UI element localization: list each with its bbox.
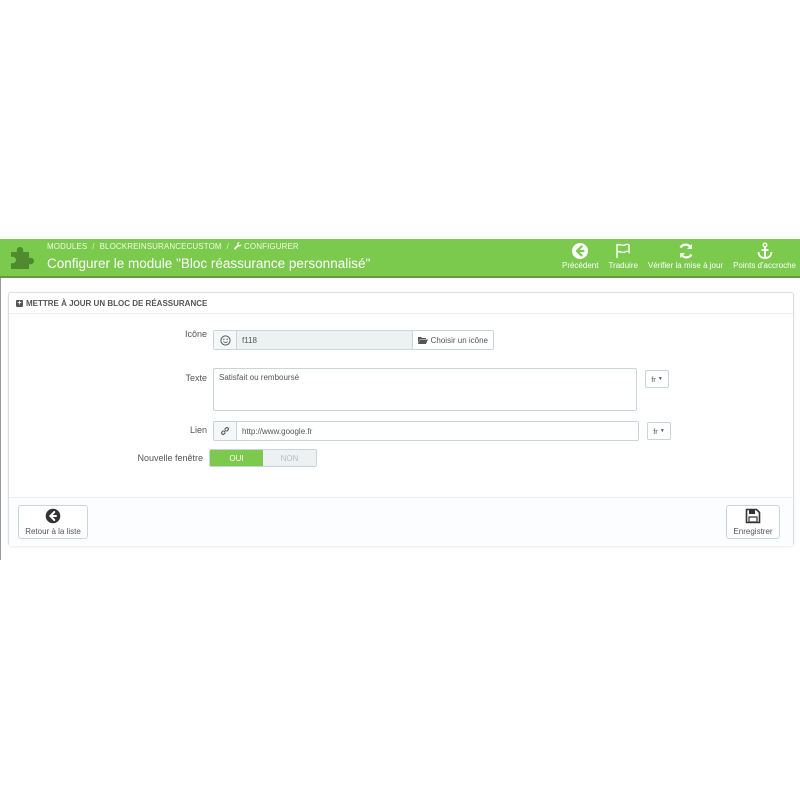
- breadcrumb-module-name[interactable]: BLOCKREINSURANCECUSTOM: [100, 242, 222, 251]
- text-field-label: Texte: [185, 373, 207, 383]
- icon-input-group: f118 Choisir un icône: [213, 330, 494, 350]
- icon-field-label: Icône: [184, 329, 207, 339]
- panel-footer: Retour à la liste Enregistrer: [9, 497, 793, 546]
- check-update-label: Vérifier la mise à jour: [647, 261, 724, 270]
- hooks-button[interactable]: Points d'accroche: [733, 241, 796, 275]
- text-language-value: fr: [651, 374, 656, 384]
- floppy-disk-icon: [745, 508, 761, 524]
- arrow-circle-left-icon: [45, 508, 61, 524]
- folder-open-icon: [417, 337, 428, 344]
- page-header: MODULES / BLOCKREINSURANCECUSTOM / CONFIGURE…: [0, 239, 800, 278]
- panel-divider: [9, 313, 793, 314]
- anchor-icon: [757, 242, 772, 259]
- save-button[interactable]: Enregistrer: [726, 505, 780, 539]
- translate-button[interactable]: Traduire: [608, 241, 638, 275]
- new-window-no-option[interactable]: NON: [263, 450, 316, 466]
- link-icon: [214, 422, 237, 440]
- previous-label: Précédent: [561, 261, 599, 270]
- back-to-list-label: Retour à la liste: [25, 527, 81, 536]
- new-window-label: Nouvelle fenêtre: [137, 453, 203, 463]
- caret-down-icon: ▼: [659, 428, 665, 434]
- save-label: Enregistrer: [733, 527, 773, 536]
- text-textarea[interactable]: Satisfait ou remboursé: [213, 368, 637, 411]
- panel-heading: + METTRE À JOUR UN BLOC DE RÉASSURANCE: [16, 299, 207, 308]
- new-window-yes-option[interactable]: OUI: [210, 450, 263, 466]
- breadcrumb: MODULES / BLOCKREINSURANCECUSTOM / CONFIGURE…: [47, 242, 299, 251]
- page-title: Configurer le module "Bloc réassurance p…: [47, 256, 371, 271]
- caret-down-icon: ▼: [657, 376, 663, 382]
- panel-heading-text: METTRE À JOUR UN BLOC DE RÉASSURANCE: [26, 299, 208, 308]
- flag-icon: [616, 243, 630, 258]
- link-language-dropdown[interactable]: fr ▼: [647, 422, 671, 440]
- smile-icon: [214, 331, 237, 349]
- link-url-input[interactable]: http://www.google.fr: [237, 422, 638, 440]
- plus-square-icon: +: [16, 300, 23, 307]
- breadcrumb-configure: CONFIGURER: [244, 242, 299, 251]
- link-language-value: fr: [653, 426, 658, 436]
- previous-button[interactable]: Précédent: [562, 241, 598, 275]
- puzzle-module-icon: [11, 247, 34, 269]
- choose-icon-button[interactable]: Choisir un icône: [411, 331, 493, 349]
- link-input-group: http://www.google.fr: [213, 421, 639, 441]
- new-window-switch[interactable]: OUI NON: [209, 449, 317, 467]
- arrow-circle-left-icon: [572, 243, 589, 259]
- translate-label: Traduire: [608, 261, 638, 270]
- hooks-label: Points d'accroche: [733, 261, 796, 270]
- header-toolbar: Précédent Traduire Vérifier la mise à jo…: [562, 241, 796, 275]
- icon-code-input[interactable]: f118: [237, 331, 412, 349]
- breadcrumb-modules[interactable]: MODULES: [47, 242, 87, 251]
- choose-icon-label: Choisir un icône: [430, 335, 488, 345]
- check-update-button[interactable]: Vérifier la mise à jour: [648, 241, 723, 275]
- text-language-dropdown[interactable]: fr ▼: [645, 370, 669, 388]
- reassurance-panel: + METTRE À JOUR UN BLOC DE RÉASSURANCE I…: [8, 292, 794, 546]
- refresh-icon: [679, 243, 692, 259]
- link-field-label: Lien: [189, 425, 207, 435]
- wrench-icon: [234, 242, 242, 250]
- window-edge: [0, 240, 1, 560]
- back-to-list-button[interactable]: Retour à la liste: [18, 505, 88, 539]
